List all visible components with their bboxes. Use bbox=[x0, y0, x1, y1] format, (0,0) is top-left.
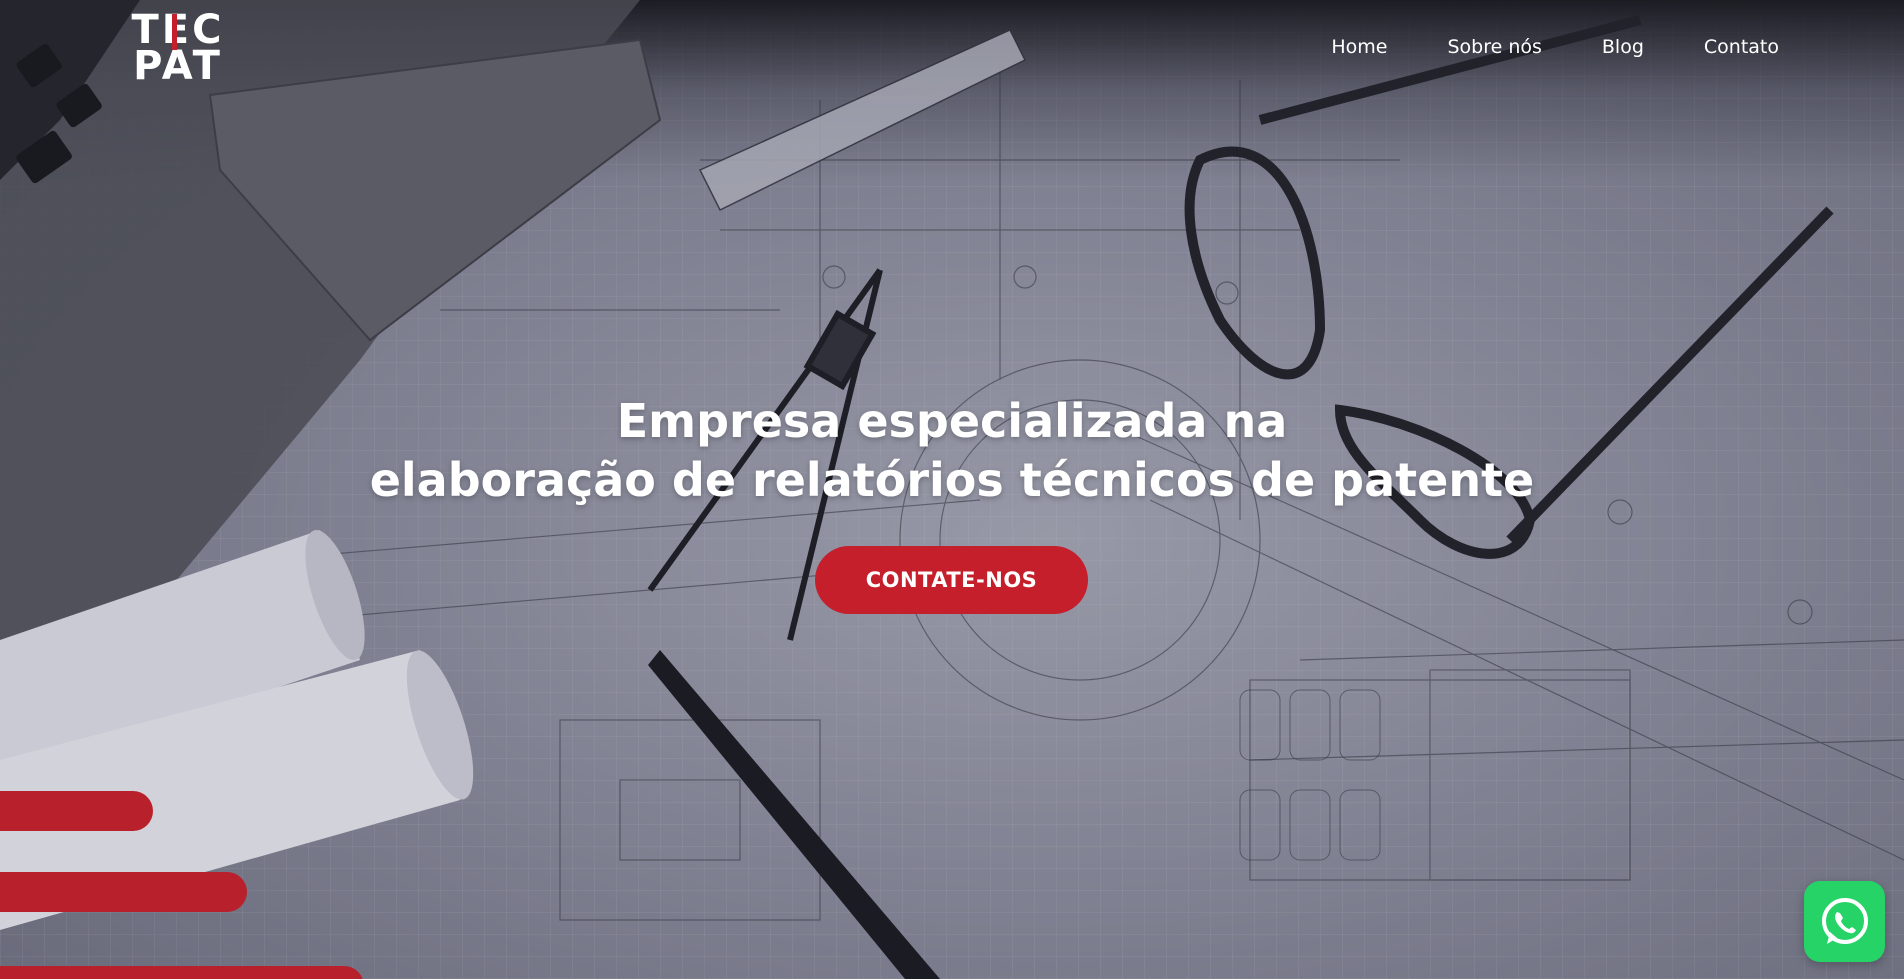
nav-home[interactable]: Home bbox=[1331, 36, 1387, 58]
decor-bar-2 bbox=[0, 872, 247, 912]
hero-title: Empresa especializada na elaboração de r… bbox=[0, 392, 1904, 510]
nav-contato[interactable]: Contato bbox=[1704, 36, 1779, 58]
hero-title-line1: Empresa especializada na bbox=[616, 394, 1288, 448]
logo-line2: PAT bbox=[133, 43, 223, 89]
main-nav: Home Sobre nós Blog Contato bbox=[1271, 36, 1779, 58]
brand-logo[interactable]: TEC PAT bbox=[130, 10, 226, 89]
nav-blog[interactable]: Blog bbox=[1602, 36, 1644, 58]
decor-bar-1 bbox=[0, 791, 153, 831]
hero-title-line2: elaboração de relatórios técnicos de pat… bbox=[369, 453, 1535, 507]
logo-accent-bar bbox=[172, 14, 177, 50]
decor-bar-3 bbox=[0, 966, 364, 979]
nav-sobre-nos[interactable]: Sobre nós bbox=[1447, 36, 1541, 58]
contact-cta-button[interactable]: CONTATE-NOS bbox=[815, 546, 1088, 614]
whatsapp-icon bbox=[1821, 897, 1868, 944]
whatsapp-button[interactable] bbox=[1804, 881, 1885, 962]
